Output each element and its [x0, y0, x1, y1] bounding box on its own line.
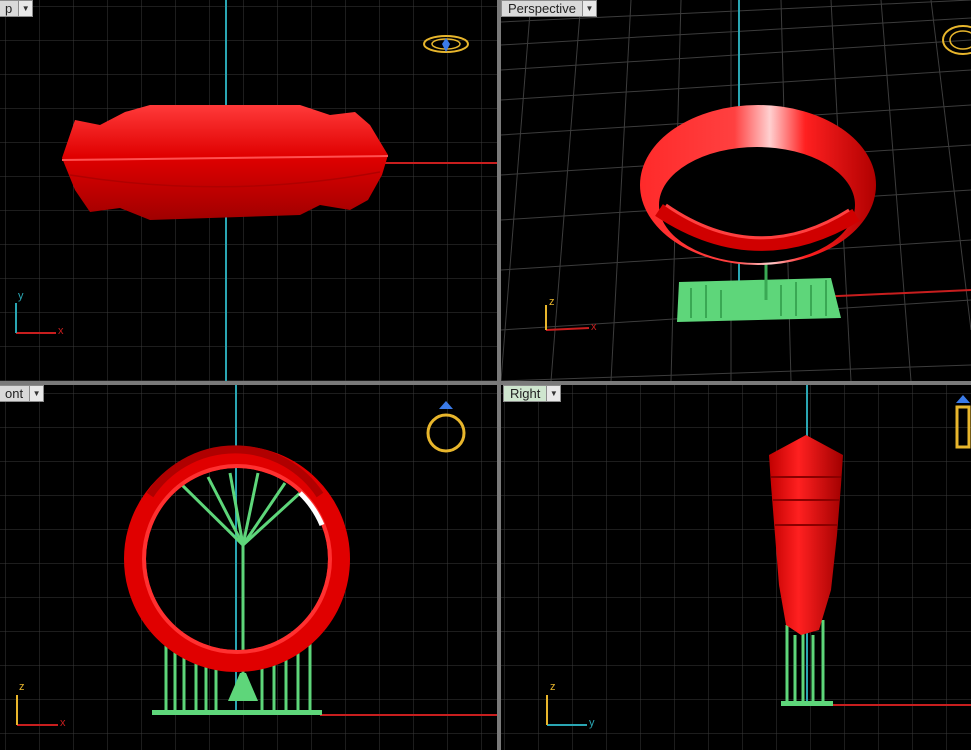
viewport-top[interactable]: y x p ▼ [0, 0, 497, 381]
viewport-tab-top[interactable]: p ▼ [0, 0, 34, 17]
front-view-scene[interactable] [0, 385, 497, 750]
support-base [677, 278, 841, 322]
right-view-scene[interactable] [501, 385, 971, 750]
chevron-down-icon[interactable]: ▼ [546, 386, 561, 401]
chevron-down-icon[interactable]: ▼ [18, 1, 33, 16]
axis-label-a: z [19, 681, 25, 693]
viewport-title: p [5, 1, 13, 16]
viewport-title: ont [5, 386, 24, 401]
axis-label-b: y [589, 717, 595, 729]
axis-label-a: z [550, 681, 556, 693]
axis-label-b: x [60, 717, 66, 729]
viewport-title: Perspective [508, 1, 576, 16]
viewport-tab-right[interactable]: Right ▼ [503, 385, 562, 402]
chevron-down-icon[interactable]: ▼ [29, 386, 44, 401]
viewport-tab-perspective[interactable]: Perspective ▼ [501, 0, 597, 17]
axis-label-b: x [58, 325, 64, 337]
viewport-title: Right [510, 386, 541, 401]
axis-label-a: z [549, 296, 555, 308]
viewport-right[interactable]: z y Right ▼ [501, 385, 971, 750]
ring-perspective-shape [640, 105, 876, 265]
axis-label-a: y [18, 290, 24, 302]
top-view-scene[interactable] [0, 0, 497, 381]
viewport-front[interactable]: z x ont ▼ [0, 385, 497, 750]
chevron-down-icon[interactable]: ▼ [581, 1, 596, 16]
viewport-tab-front[interactable]: ont ▼ [0, 385, 45, 402]
perspective-view-scene[interactable] [501, 0, 971, 381]
axis-label-b: x [591, 321, 597, 333]
viewport-perspective[interactable]: z x Perspective ▼ [501, 0, 971, 381]
ring-top-shape [61, 105, 389, 220]
